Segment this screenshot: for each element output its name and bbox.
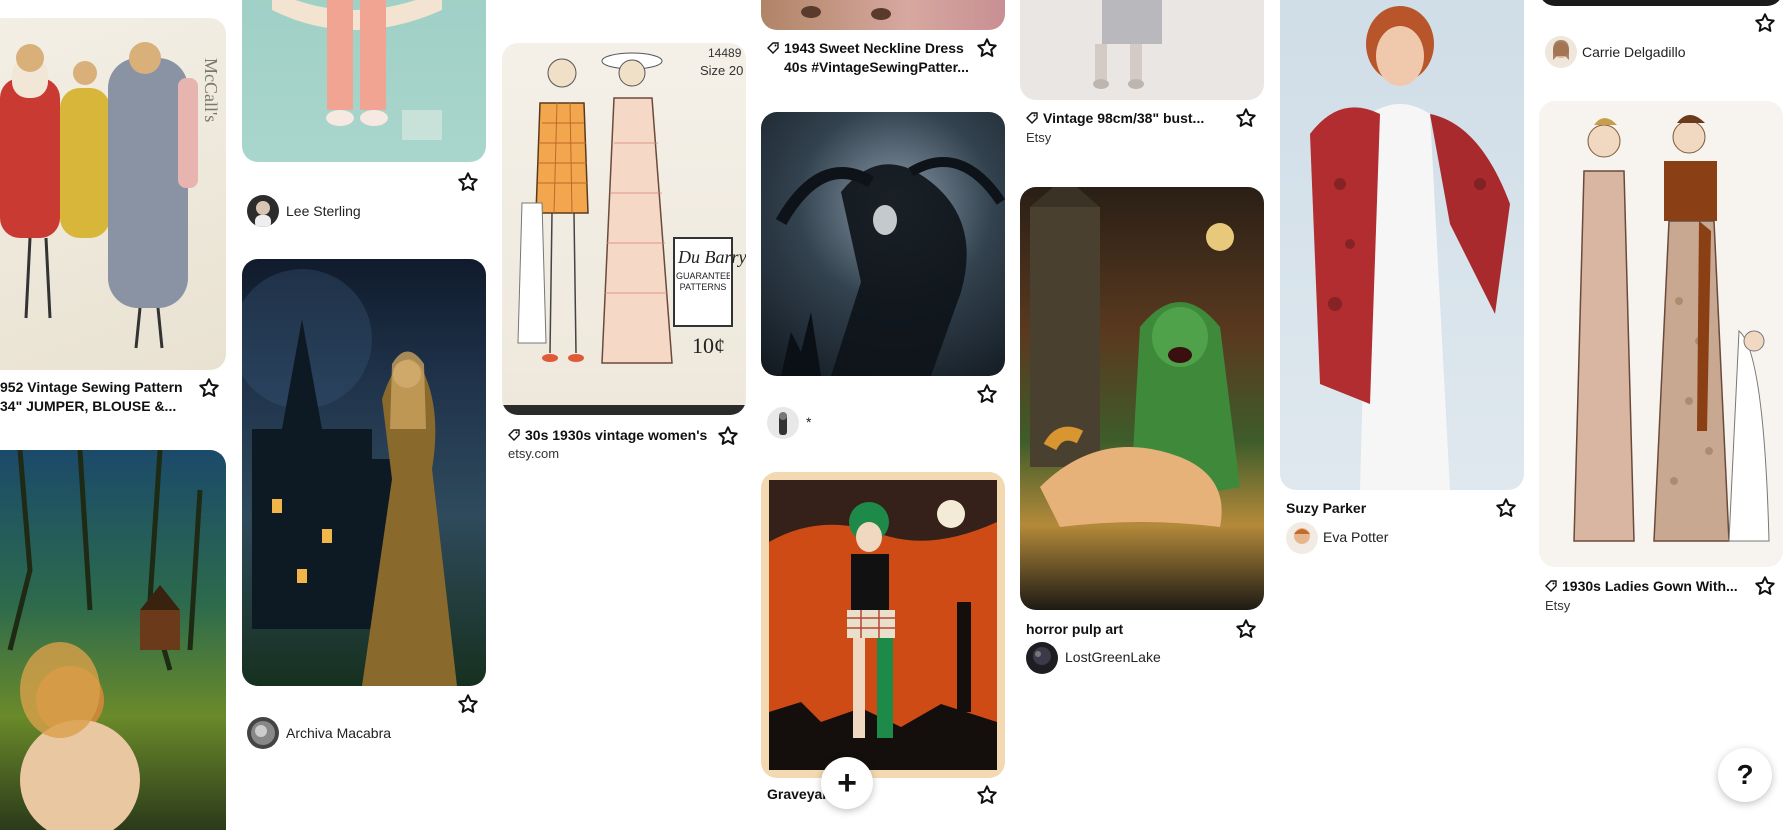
pattern-brand-text: McCall's [201,58,221,122]
creator-name[interactable]: Carrie Delgadillo [1582,44,1686,60]
add-button[interactable]: + [821,757,873,809]
pin-card[interactable]: 14489 Size 20 Du Barry GUARANTEED PATTER… [502,43,746,473]
price-tag-icon [1026,110,1038,124]
pin-title[interactable]: Suzy Parker [1286,499,1476,518]
pin-card[interactable]: horror pulp art LostGreenLake [1020,187,1264,687]
pattern-guarantee-text: GUARANTEED PATTERNS [676,271,730,292]
avatar[interactable] [247,717,279,749]
avatar[interactable] [1545,36,1577,68]
pin-image[interactable] [1280,0,1524,490]
pin-card[interactable]: McCall's 952 Vintage Sewing Pattern 34" … [0,0,226,830]
save-star-icon[interactable] [975,382,999,406]
save-star-icon[interactable] [1753,574,1777,598]
pin-title[interactable]: 1930s Ladies Gown With... [1545,577,1745,596]
pin-card[interactable]: 1943 Sweet Neckline Dress 40s #VintageSe… [761,0,1005,80]
pin-image[interactable] [1539,0,1783,6]
avatar[interactable] [767,407,799,439]
pin-title[interactable]: horror pulp art [1026,620,1216,639]
creator-name[interactable]: * [806,414,811,430]
help-button[interactable]: ? [1718,748,1772,802]
pin-title-line2[interactable]: 34" JUMPER, BLOUSE &... [0,397,190,416]
pattern-number-text: 14489 [708,46,742,60]
pin-title[interactable]: Vintage 98cm/38" bust... [1026,109,1226,128]
plus-icon: + [837,764,857,802]
pin-card[interactable]: Carrie Delgadillo [1539,0,1783,80]
save-star-icon[interactable] [1494,496,1518,520]
pin-source[interactable]: Etsy [1026,130,1051,145]
creator-name[interactable]: LostGreenLake [1065,649,1161,665]
pin-card[interactable]: Archiva Macabra [242,259,486,759]
pin-title[interactable]: 1943 Sweet Neckline Dress [767,39,972,58]
pin-image[interactable]: McCall's [0,18,226,370]
creator-name[interactable]: Lee Sterling [286,203,361,219]
save-star-icon[interactable] [975,783,999,807]
pattern-price-text: 10¢ [692,333,725,358]
pin-card[interactable]: * [761,112,1005,452]
price-tag-icon [767,40,779,54]
pin-image[interactable] [1539,101,1783,567]
pin-image[interactable] [242,0,486,162]
question-mark-icon: ? [1736,759,1754,790]
creator-name[interactable]: Archiva Macabra [286,725,391,741]
pin-title-line2[interactable]: 40s #VintageSewingPatter... [784,58,974,77]
pin-source[interactable]: Etsy [1545,598,1570,613]
save-star-icon[interactable] [197,376,221,400]
pin-source[interactable]: etsy.com [508,446,559,461]
pin-title[interactable]: 952 Vintage Sewing Pattern [0,378,190,397]
pin-image-forest[interactable] [0,450,226,830]
avatar[interactable] [1286,522,1318,554]
save-star-icon[interactable] [716,424,740,448]
pin-image[interactable] [242,259,486,686]
save-star-icon[interactable] [1234,106,1258,130]
pattern-size-text: Size 20 [700,63,743,78]
avatar[interactable] [1026,642,1058,674]
pin-image[interactable] [1020,187,1264,610]
pin-image[interactable] [761,112,1005,376]
save-star-icon[interactable] [975,36,999,60]
pin-title[interactable]: 30s 1930s vintage women's... [508,426,708,445]
pin-card[interactable]: Graveyar... [761,472,1005,808]
pattern-brand-label: Du Barry [677,247,746,267]
pin-card[interactable]: Suzy Parker Eva Potter [1280,0,1524,560]
price-tag-icon [508,427,520,441]
creator-name[interactable]: Eva Potter [1323,529,1388,545]
pin-image[interactable] [761,472,1005,778]
save-star-icon[interactable] [456,170,480,194]
pin-image[interactable] [761,0,1005,30]
pin-card[interactable]: Lee Sterling [242,0,486,230]
pin-card[interactable]: Vintage 98cm/38" bust... Etsy [1020,0,1264,150]
save-star-icon[interactable] [1753,11,1777,35]
save-star-icon[interactable] [456,692,480,716]
pin-card[interactable]: 1930s Ladies Gown With... Etsy [1539,101,1783,621]
avatar[interactable] [247,195,279,227]
pin-image[interactable]: 14489 Size 20 Du Barry GUARANTEED PATTER… [502,43,746,415]
price-tag-icon [1545,578,1557,592]
save-star-icon[interactable] [1234,617,1258,641]
pin-image[interactable] [1020,0,1264,100]
